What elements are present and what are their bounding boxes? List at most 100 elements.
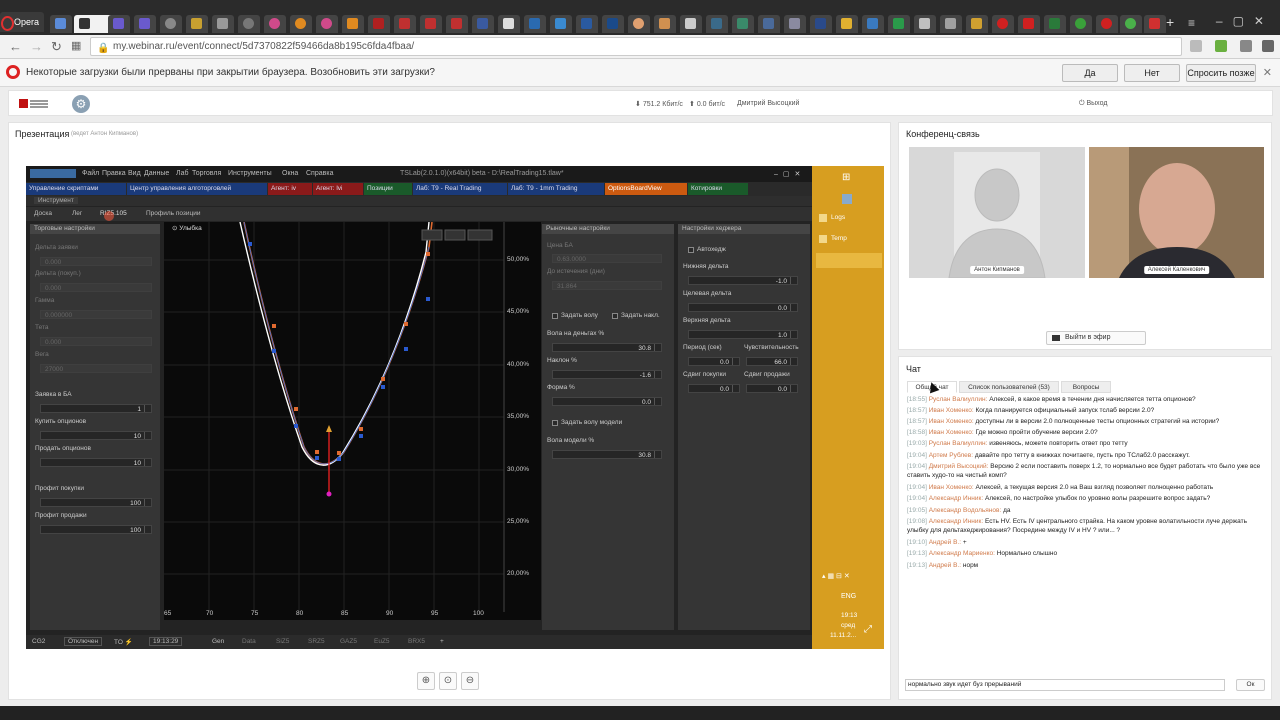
- status-tab[interactable]: Gen: [212, 638, 224, 645]
- speed-dial-icon[interactable]: ▦: [71, 39, 81, 52]
- profit-buy-input[interactable]: 100: [40, 498, 152, 507]
- app-menu-item[interactable]: Правка: [102, 170, 126, 177]
- browser-tab[interactable]: [706, 15, 728, 33]
- fullscreen-icon[interactable]: ⤢: [864, 624, 872, 635]
- status-tab[interactable]: GAZ5: [340, 638, 357, 645]
- no-button[interactable]: Нет: [1124, 64, 1180, 82]
- browser-tab[interactable]: [1120, 15, 1142, 33]
- status-tab[interactable]: BRX5: [408, 638, 425, 645]
- app-window-controls[interactable]: –▢✕: [774, 170, 805, 178]
- app-tab[interactable]: Управление скриптами: [26, 183, 126, 195]
- windows-start-icon[interactable]: ⊞: [842, 172, 850, 183]
- go-on-air-button[interactable]: Выйти в эфир: [1046, 331, 1146, 345]
- model-vol-input[interactable]: 30.8: [552, 450, 662, 459]
- browser-tab[interactable]: [160, 15, 182, 33]
- send-button[interactable]: Ок: [1236, 679, 1265, 691]
- forward-icon[interactable]: →: [30, 39, 43, 54]
- tab-user-list[interactable]: Список пользователей (53): [959, 381, 1059, 393]
- browser-tab[interactable]: [836, 15, 858, 33]
- browser-tab[interactable]: [50, 15, 72, 33]
- app-menu-item[interactable]: Файл: [82, 170, 99, 177]
- profit-sell-input[interactable]: 100: [40, 525, 152, 534]
- browser-tab[interactable]: [1018, 15, 1040, 33]
- app-tab-active[interactable]: OptionsBoardView: [605, 183, 687, 195]
- app-tab[interactable]: Лаб: Т9 - 1mm Trading: [508, 183, 604, 195]
- browser-tab[interactable]: [108, 15, 130, 33]
- app-menu-item[interactable]: Данные: [144, 170, 169, 177]
- app-tab[interactable]: Агент: lvi: [313, 183, 363, 195]
- app-menu-item[interactable]: Инструменты: [228, 170, 272, 177]
- sensitivity-input[interactable]: 66.0: [746, 357, 798, 366]
- browser-tab[interactable]: [966, 15, 988, 33]
- app-menu-item[interactable]: Лаб: [176, 170, 189, 177]
- browser-tab[interactable]: [472, 15, 494, 33]
- app-menu-item[interactable]: Вид: [128, 170, 141, 177]
- period-input[interactable]: 0.0: [688, 357, 740, 366]
- app-tab[interactable]: Позиции: [364, 183, 412, 195]
- reload-icon[interactable]: ↻: [51, 39, 62, 55]
- url-field[interactable]: 🔒 my.webinar.ru/event/connect/5d7370822f5…: [90, 37, 1182, 56]
- browser-tab[interactable]: [1070, 15, 1092, 33]
- browser-tab[interactable]: [1044, 15, 1066, 33]
- tray-icons[interactable]: ▴ ▦ ⊟ ✕: [822, 572, 850, 580]
- subtab[interactable]: Лег: [72, 210, 82, 217]
- shift-buy-input[interactable]: 0.0: [688, 384, 740, 393]
- browser-tab[interactable]: [628, 15, 650, 33]
- zoom-reset-icon[interactable]: ⊙: [439, 672, 457, 690]
- tab-menu-icon[interactable]: ≡: [1188, 16, 1195, 30]
- opera-menu-button[interactable]: Opera: [0, 12, 44, 32]
- browser-tab[interactable]: [446, 15, 468, 33]
- logout-link[interactable]: ⏻ Выход: [1079, 100, 1107, 108]
- browser-tab[interactable]: [862, 15, 884, 33]
- heart-icon[interactable]: [1190, 40, 1202, 52]
- browser-tab[interactable]: [368, 15, 390, 33]
- browser-tab[interactable]: [680, 15, 702, 33]
- browser-tab[interactable]: [810, 15, 832, 33]
- yes-button[interactable]: Да: [1062, 64, 1118, 82]
- browser-tab[interactable]: [654, 15, 676, 33]
- atm-vol-input[interactable]: 30.8: [552, 343, 662, 352]
- subtab[interactable]: Доска: [34, 210, 52, 217]
- connection-status[interactable]: Отключен: [64, 637, 103, 646]
- status-tab[interactable]: Data: [242, 638, 256, 645]
- browser-tab[interactable]: [1096, 15, 1118, 33]
- browser-tab[interactable]: [212, 15, 234, 33]
- video-feed-presenter[interactable]: Антон Кипманов: [909, 147, 1085, 279]
- app-menu-item[interactable]: Торговля: [192, 170, 221, 177]
- app-menu-item[interactable]: Окна: [282, 170, 298, 177]
- set-slope-checkbox[interactable]: [612, 313, 618, 319]
- browser-tab[interactable]: [524, 15, 546, 33]
- browser-tab[interactable]: [758, 15, 780, 33]
- subtab[interactable]: Профиль позиции: [146, 210, 201, 217]
- sell-options-input[interactable]: 10: [40, 458, 152, 467]
- taskbar-item[interactable]: Temp: [817, 231, 881, 247]
- download-icon[interactable]: [1215, 40, 1227, 52]
- browser-tab[interactable]: [186, 15, 208, 33]
- taskbar-item[interactable]: Logs: [817, 210, 881, 226]
- back-icon[interactable]: ←: [9, 39, 22, 54]
- target-delta-input[interactable]: 0.0: [688, 303, 798, 312]
- zoom-in-icon[interactable]: ⊕: [417, 672, 435, 690]
- browser-tab[interactable]: [576, 15, 598, 33]
- browser-tab[interactable]: [602, 15, 624, 33]
- app-tab[interactable]: Агент: iv: [268, 183, 312, 195]
- instrument-label[interactable]: Инструмент: [34, 197, 78, 204]
- browser-tab[interactable]: [134, 15, 156, 33]
- status-tab[interactable]: EuZ5: [374, 638, 390, 645]
- browser-tab[interactable]: [420, 15, 442, 33]
- browser-tab[interactable]: [498, 15, 520, 33]
- set-vol-checkbox[interactable]: [552, 313, 558, 319]
- app-tab[interactable]: Лаб: Т9 - Real Trading: [413, 183, 507, 195]
- browser-tab[interactable]: [394, 15, 416, 33]
- chat-message-input[interactable]: нормально звук идет буз прерываний: [905, 679, 1225, 691]
- set-model-vol-checkbox[interactable]: [552, 420, 558, 426]
- zoom-out-icon[interactable]: ⊖: [461, 672, 479, 690]
- shape-input[interactable]: 0.0: [552, 397, 662, 406]
- app-tab[interactable]: Центр управления алготорговлей: [127, 183, 267, 195]
- browser-tab[interactable]: [238, 15, 260, 33]
- shift-sell-input[interactable]: 0.0: [746, 384, 798, 393]
- app-menu-item[interactable]: Справка: [306, 170, 333, 177]
- auto-hedge-checkbox[interactable]: [688, 247, 694, 253]
- gear-icon[interactable]: ⚙: [72, 95, 90, 113]
- status-tab[interactable]: SRZ5: [308, 638, 325, 645]
